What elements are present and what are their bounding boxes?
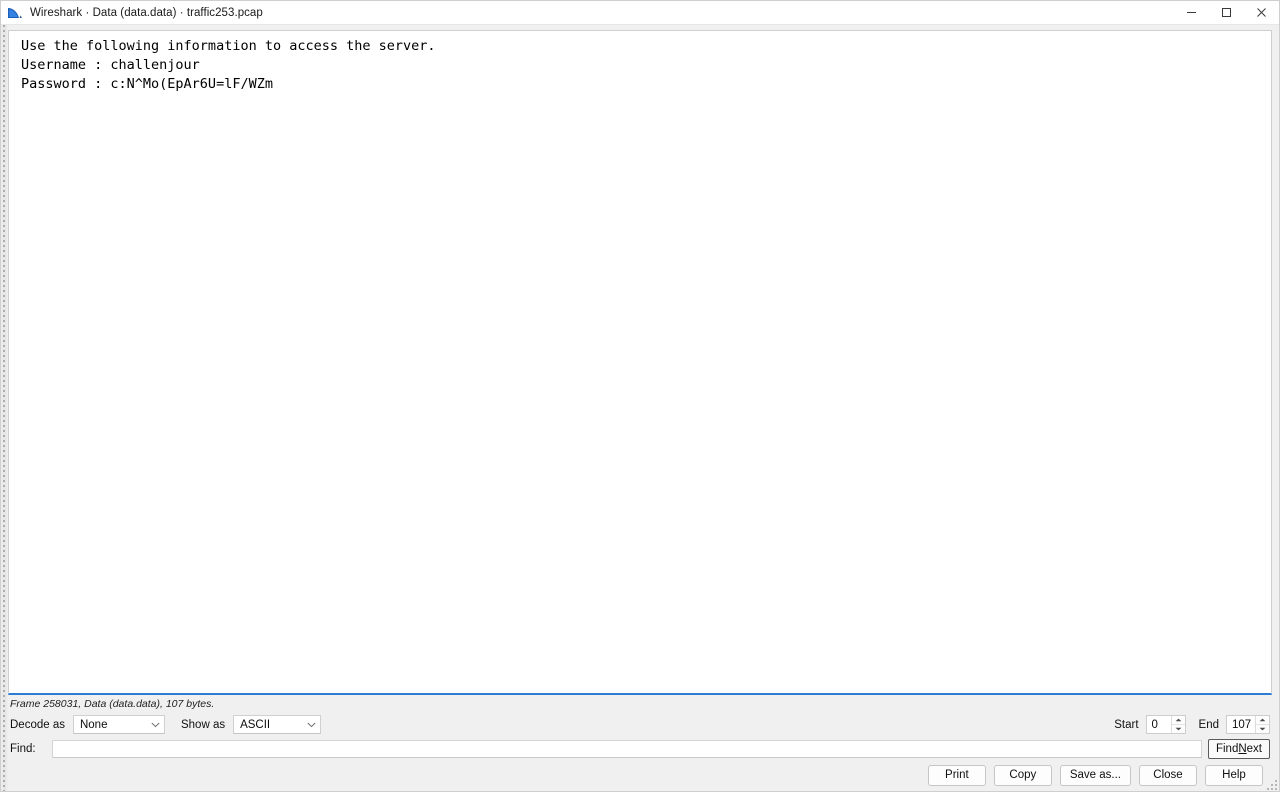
print-button[interactable]: Print (927, 764, 986, 786)
show-as-label: Show as (180, 718, 226, 731)
find-next-button[interactable]: Find Next (1207, 739, 1270, 759)
end-value: 107 (1232, 718, 1252, 731)
window-controls (1174, 1, 1279, 24)
show-as-value: ASCII (240, 718, 271, 731)
end-spin-down-icon[interactable] (1256, 725, 1269, 733)
title-bar: Wireshark · Data (data.data) · traffic25… (1, 1, 1279, 25)
close-button[interactable]: Close (1139, 764, 1197, 786)
close-icon[interactable] (1244, 1, 1279, 24)
copy-button[interactable]: Copy (993, 764, 1052, 786)
resize-grip-icon[interactable] (1264, 777, 1277, 790)
chevron-down-icon (151, 722, 160, 728)
find-next-suffix: ext (1246, 743, 1262, 755)
decode-as-value: None (79, 718, 108, 731)
chevron-down-icon (307, 722, 316, 728)
start-stepper[interactable]: 0 (1145, 715, 1186, 734)
start-label: Start (1114, 718, 1139, 731)
end-spin-up-icon[interactable] (1256, 716, 1269, 725)
end-label: End (1198, 718, 1219, 731)
find-next-prefix: Find (1215, 743, 1239, 755)
dialog-body: Use the following information to access … (1, 25, 1279, 791)
decode-as-select[interactable]: None (72, 715, 165, 734)
find-row: Find: Find Next (1, 737, 1279, 761)
frame-status-text: Frame 258031, Data (data.data), 107 byte… (10, 697, 215, 710)
decode-as-label: Decode as (10, 718, 65, 731)
minimize-icon[interactable] (1174, 1, 1209, 24)
find-next-mnemonic: N (1238, 743, 1247, 755)
maximize-icon[interactable] (1209, 1, 1244, 24)
title-bar-left: Wireshark · Data (data.data) · traffic25… (1, 6, 1174, 20)
frame-status-bar: Frame 258031, Data (data.data), 107 byte… (1, 695, 1279, 712)
show-as-select[interactable]: ASCII (233, 715, 322, 734)
end-spinner[interactable] (1255, 716, 1269, 733)
stream-pane-wrapper: Use the following information to access … (8, 30, 1272, 695)
start-spin-down-icon[interactable] (1172, 725, 1185, 733)
window-title: Wireshark · Data (data.data) · traffic25… (30, 6, 263, 19)
find-input[interactable] (51, 740, 1202, 758)
dialog-button-row: Print Copy Save as... Close Help (1, 761, 1279, 791)
window-left-gutter (1, 25, 8, 791)
help-button[interactable]: Help (1205, 764, 1263, 786)
decode-controls-row: Decode as None Show as ASCII Start 0 End… (1, 712, 1279, 737)
start-spin-up-icon[interactable] (1171, 716, 1185, 725)
end-stepper[interactable]: 107 (1226, 715, 1270, 734)
stream-content-pane[interactable]: Use the following information to access … (8, 30, 1272, 695)
find-label: Find: (10, 743, 36, 755)
wireshark-follow-stream-window: Wireshark · Data (data.data) · traffic25… (0, 0, 1280, 792)
start-spinner[interactable] (1170, 716, 1185, 733)
wireshark-fin-icon (7, 6, 23, 20)
save-as-button[interactable]: Save as... (1059, 764, 1131, 786)
stream-text: Use the following information to access … (21, 38, 436, 92)
start-value: 0 (1151, 718, 1158, 731)
